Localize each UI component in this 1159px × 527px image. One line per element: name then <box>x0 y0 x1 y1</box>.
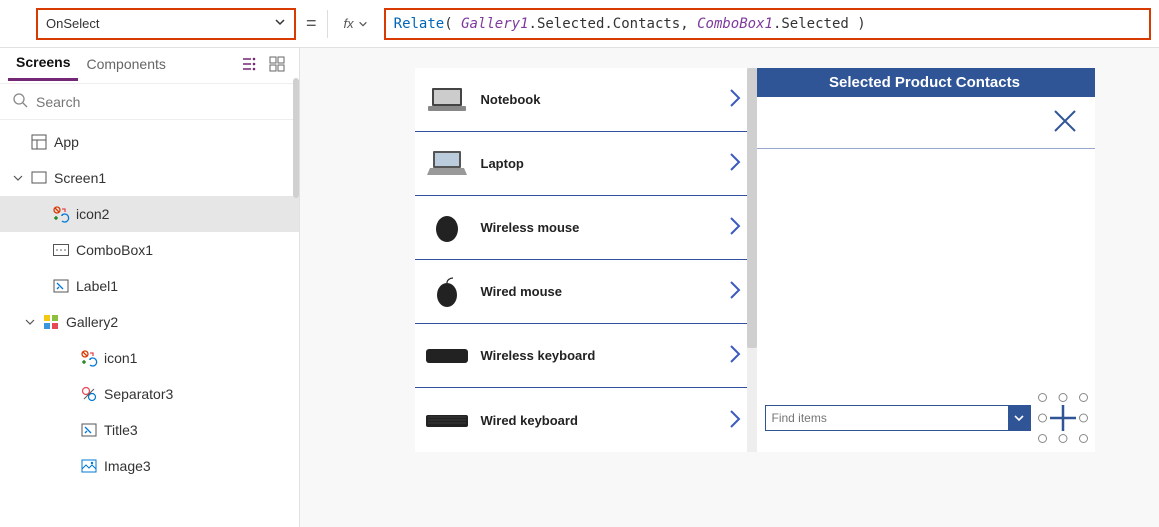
search-input[interactable] <box>36 94 287 110</box>
tree-node-label1[interactable]: Label1 <box>0 268 299 304</box>
token-function: Relate <box>394 16 445 32</box>
control-icon <box>80 349 98 367</box>
grid-view-icon[interactable] <box>263 52 291 79</box>
tab-screens[interactable]: Screens <box>8 50 78 81</box>
formula-input[interactable]: Relate( Gallery1.Selected.Contacts, Comb… <box>384 8 1151 40</box>
chevron-right-icon <box>728 152 742 175</box>
tree-node-separator3[interactable]: Separator3 <box>0 376 299 412</box>
selection-handle[interactable] <box>1079 434 1088 443</box>
formula-bar-divider <box>327 10 328 38</box>
tree-node-app[interactable]: App <box>0 124 299 160</box>
selection-handle[interactable] <box>1079 393 1088 402</box>
gallery: Notebook Laptop Wireless mouse Wired mou… <box>415 68 755 452</box>
collapse-icon[interactable] <box>12 173 24 183</box>
chevron-down-icon <box>274 16 286 31</box>
gallery-item[interactable]: Notebook <box>415 68 754 132</box>
selection-handle[interactable] <box>1038 434 1047 443</box>
label-icon <box>80 421 98 439</box>
contacts-list-empty <box>755 149 1095 396</box>
combobox-icon <box>52 241 70 259</box>
label-icon <box>52 277 70 295</box>
search-row <box>0 84 299 120</box>
product-thumb-wireless-keyboard <box>423 336 471 376</box>
separator-icon <box>80 385 98 403</box>
chevron-right-icon <box>728 280 742 303</box>
selection-handle[interactable] <box>1058 434 1067 443</box>
token-identifier: Gallery1 <box>461 16 528 32</box>
chevron-right-icon <box>728 344 742 367</box>
image-icon <box>80 457 98 475</box>
tree-node-combobox1[interactable]: ComboBox1 <box>0 232 299 268</box>
product-thumb-laptop <box>423 144 471 184</box>
gallery-icon <box>42 313 60 331</box>
add-icon-selected[interactable] <box>1041 396 1085 440</box>
app-surface: Notebook Laptop Wireless mouse Wired mou… <box>415 68 1095 452</box>
contacts-header: Selected Product Contacts <box>755 68 1095 97</box>
close-row <box>755 97 1095 149</box>
tree-node-image3[interactable]: Image3 <box>0 448 299 484</box>
chevron-down-icon[interactable] <box>1008 405 1030 431</box>
tree-node-gallery2[interactable]: Gallery2 <box>0 304 299 340</box>
screen-icon <box>30 169 48 187</box>
tree-collapse-icon[interactable] <box>235 52 263 79</box>
gallery-item[interactable]: Wireless mouse <box>415 196 754 260</box>
formula-bar: OnSelect = fx Relate( Gallery1.Selected.… <box>0 0 1159 48</box>
gallery-scrollbar[interactable] <box>747 68 757 452</box>
product-thumb-wired-keyboard <box>423 400 471 440</box>
fx-label[interactable]: fx <box>338 16 374 31</box>
chevron-right-icon <box>728 409 742 432</box>
gallery-item[interactable]: Wired keyboard <box>415 388 754 452</box>
property-name: OnSelect <box>46 16 99 31</box>
tree-node-title3[interactable]: Title3 <box>0 412 299 448</box>
contacts-pane: Selected Product Contacts <box>755 68 1095 452</box>
equals-sign: = <box>306 13 317 34</box>
bottom-row <box>755 396 1095 452</box>
gallery-item[interactable]: Wired mouse <box>415 260 754 324</box>
tree-panel: Screens Components App <box>0 48 300 527</box>
product-thumb-wireless-mouse <box>423 208 471 248</box>
collapse-icon[interactable] <box>24 317 36 327</box>
tree-node-icon2[interactable]: icon2 <box>0 196 299 232</box>
close-icon[interactable] <box>1051 107 1079 138</box>
product-thumb-notebook <box>423 80 471 120</box>
tree-node-icon1[interactable]: icon1 <box>0 340 299 376</box>
gallery-item[interactable]: Wireless keyboard <box>415 324 754 388</box>
selection-handle[interactable] <box>1038 414 1047 423</box>
gallery-item[interactable]: Laptop <box>415 132 754 196</box>
product-thumb-wired-mouse <box>423 272 471 312</box>
tabs-row: Screens Components <box>0 48 299 84</box>
property-selector[interactable]: OnSelect <box>36 8 296 40</box>
chevron-right-icon <box>728 88 742 111</box>
chevron-right-icon <box>728 216 742 239</box>
tree-node-screen1[interactable]: Screen1 <box>0 160 299 196</box>
tab-components[interactable]: Components <box>78 52 173 80</box>
canvas-area[interactable]: Notebook Laptop Wireless mouse Wired mou… <box>300 48 1159 527</box>
selection-handle[interactable] <box>1058 393 1067 402</box>
combobox-find-items[interactable] <box>765 405 1031 431</box>
token-identifier: ComboBox1 <box>697 16 773 32</box>
selection-handle[interactable] <box>1038 393 1047 402</box>
tree-view: App Screen1 icon2 ComboBox1 Label1 <box>0 120 299 527</box>
app-icon <box>30 133 48 151</box>
search-icon <box>12 92 28 111</box>
control-icon <box>52 205 70 223</box>
selection-handle[interactable] <box>1079 414 1088 423</box>
combobox-input[interactable] <box>766 411 1008 425</box>
